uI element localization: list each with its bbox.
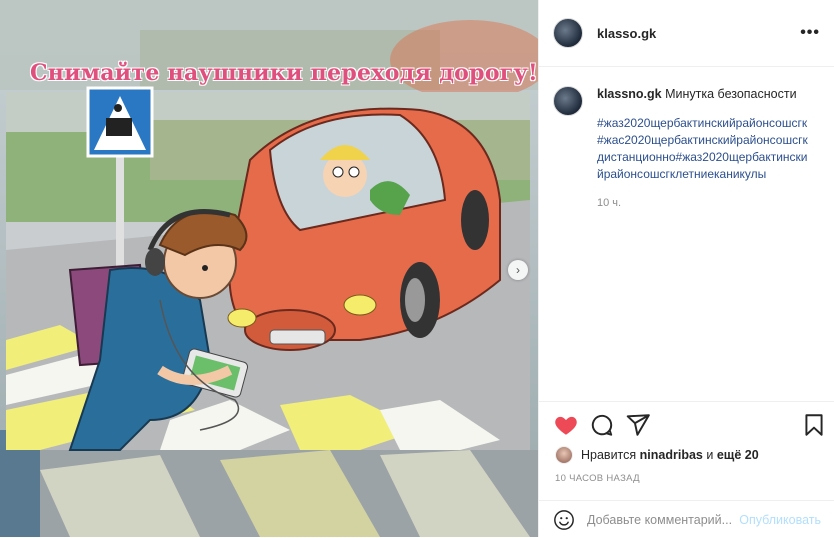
comment-icon[interactable] [589, 412, 615, 438]
likes-user[interactable]: ninadribas [640, 448, 703, 462]
next-icon[interactable]: › [508, 260, 528, 280]
caption-body: klassno.gk Минутка безопасности #жаз2020… [597, 86, 809, 212]
post-media[interactable]: Снимайте наушники переходя дорогу! › [0, 0, 538, 537]
caption-username[interactable]: klassno.gk [597, 87, 662, 101]
likes-others[interactable]: ещё 20 [717, 448, 759, 462]
caption-avatar[interactable] [553, 86, 583, 116]
instagram-post: Снимайте наушники переходя дорогу! › kla… [0, 0, 834, 537]
post-actions: Нравится ninadribas и ещё 20 10 ЧАСОВ НА… [539, 401, 834, 537]
caption: klassno.gk Минутка безопасности #жаз2020… [553, 86, 825, 212]
action-icons [553, 412, 825, 440]
posted-time[interactable]: 10 ЧАСОВ НАЗАД [555, 473, 640, 484]
post-header: klasso.gk ••• [539, 0, 834, 67]
liker-avatar[interactable] [555, 446, 573, 464]
image-banner-text: Снимайте наушники переходя дорогу! [30, 60, 538, 86]
likes-summary: Нравится ninadribas и ещё 20 [555, 446, 759, 464]
header-username[interactable]: klasso.gk [597, 26, 656, 41]
comment-input[interactable] [587, 512, 737, 527]
caption-timestamp: 10 ч. [597, 197, 622, 209]
caption-hashtags[interactable]: #жаз2020щербактинскийрайонсошсгк#жас2020… [597, 115, 809, 183]
avatar[interactable] [553, 18, 583, 48]
likes-prefix: Нравится [581, 448, 637, 462]
comment-form: Опубликовать [539, 500, 834, 538]
likes-joiner: и [706, 448, 714, 462]
publish-button[interactable]: Опубликовать [739, 513, 821, 527]
caption-text: Минутка безопасности [665, 87, 797, 101]
share-icon[interactable] [625, 412, 651, 438]
post-sidebar: klasso.gk ••• klassno.gk Минутка безопас… [538, 0, 834, 537]
bookmark-icon[interactable] [801, 412, 827, 438]
heart-icon[interactable] [553, 412, 579, 438]
emoji-icon[interactable] [553, 509, 575, 531]
more-icon[interactable]: ••• [800, 24, 820, 42]
